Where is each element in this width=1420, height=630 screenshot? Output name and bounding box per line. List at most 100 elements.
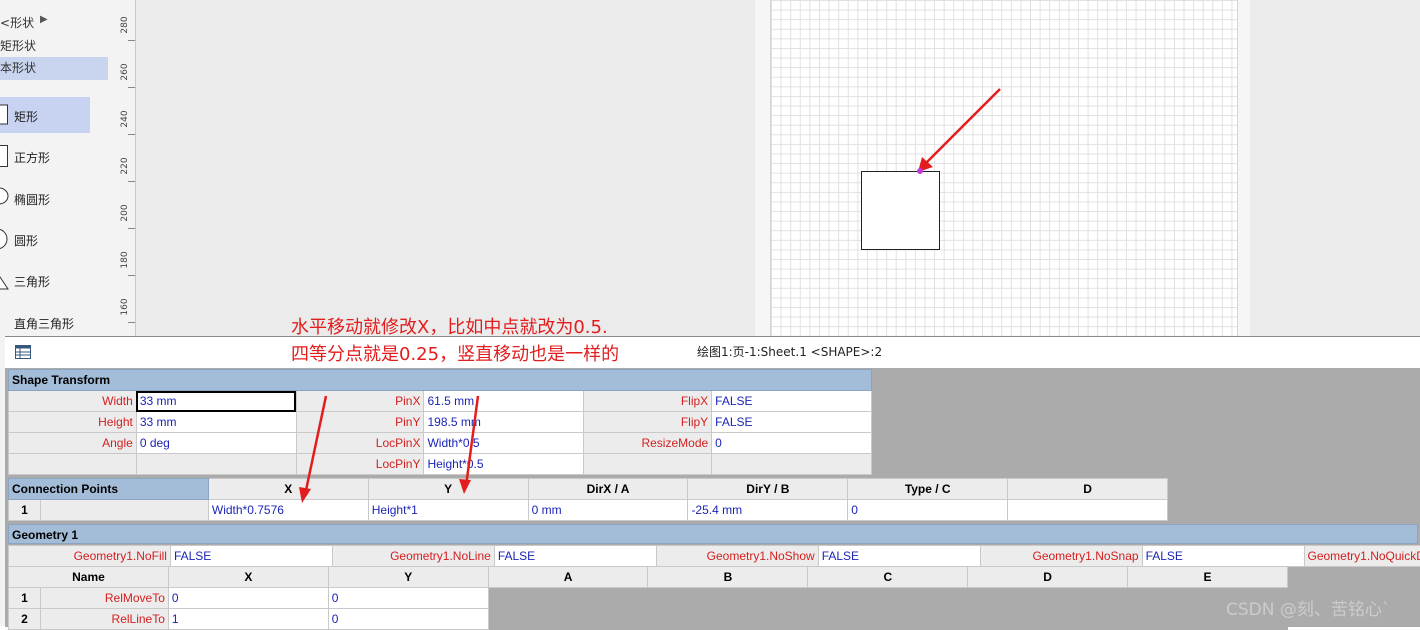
cell-label: Geometry1.NoSnap	[979, 545, 1143, 567]
cell-value[interactable]: 0	[847, 499, 1009, 521]
category-item-2[interactable]: 矩形状	[0, 37, 36, 54]
shape-label: 正方形	[14, 151, 51, 165]
column-header: Name	[8, 566, 169, 588]
category-item-1[interactable]: <形状 ▶	[0, 14, 48, 31]
ruler-label: 200	[120, 204, 130, 222]
chevron-right-icon: ▶	[40, 14, 48, 25]
cell-value-height[interactable]: 33 mm	[135, 411, 297, 433]
shapes-panel: <形状 ▶ 矩形状 本形状 矩形 正方形 椭圆形 圆形 三角形 直角三角形	[0, 0, 115, 336]
cell-value[interactable]: FALSE	[817, 545, 981, 567]
empty-area	[488, 587, 1288, 609]
rectangle-icon	[0, 104, 8, 125]
cell-label: Geometry1.NoQuickDrag	[1303, 545, 1420, 567]
annotation-arrow	[917, 88, 1001, 174]
watermark: CSDN @刻、苦铭心`	[1226, 600, 1391, 620]
cell-value[interactable]: FALSE	[493, 545, 657, 567]
column-header: X	[167, 566, 329, 588]
shape-label: 椭圆形	[14, 193, 51, 207]
cell-label	[583, 453, 713, 475]
column-header: C	[807, 566, 969, 588]
square-icon	[0, 145, 8, 167]
shape-circle[interactable]: 圆形	[0, 221, 90, 257]
cell-value[interactable]: 0 mm	[527, 499, 689, 521]
cell-value[interactable]: 0	[327, 608, 489, 630]
page-margin	[755, 0, 770, 336]
ruler-label: 160	[120, 298, 130, 316]
cell-label	[8, 453, 137, 475]
table-row: 1 Width*0.7576 Height*1 0 mm -25.4 mm 0	[8, 499, 1168, 521]
table-row: 1 RelMoveTo 0 0	[8, 587, 1288, 609]
row-index: 1	[8, 499, 41, 521]
cell-label: Geometry1.NoShow	[655, 545, 819, 567]
square-shape[interactable]	[861, 171, 940, 250]
cell-empty	[711, 453, 872, 475]
annotation-text-line-1: 水平移动就修改X，比如中点就改为0.5.	[291, 317, 608, 338]
cell-label: FlipX	[583, 390, 713, 412]
shape-rectangle[interactable]: 矩形	[0, 97, 90, 133]
row-name[interactable]: RelMoveTo	[39, 587, 169, 609]
category-item-3[interactable]: 本形状	[0, 57, 108, 80]
section-header[interactable]: Connection Points	[8, 478, 209, 500]
cell-value-angle[interactable]: 0 deg	[135, 432, 297, 454]
shape-label: 矩形	[14, 110, 39, 124]
shape-square[interactable]: 正方形	[0, 138, 90, 174]
column-header: D	[1007, 478, 1168, 500]
cell-value[interactable]	[1007, 499, 1168, 521]
cell-label: Width	[8, 390, 137, 412]
cell-label: Height	[8, 411, 137, 433]
shape-label: 直角三角形	[14, 317, 75, 331]
cell-label: Geometry1.NoLine	[331, 545, 495, 567]
ellipse-icon	[0, 187, 9, 205]
cell-value[interactable]: 0	[167, 587, 329, 609]
column-header: B	[647, 566, 809, 588]
annotation-text-line-2: 四等分点就是0.25，竖直移动也是一样的	[291, 344, 620, 365]
cell-empty	[135, 453, 297, 475]
geometry-table: Name X Y A B C D E 1 RelMoveTo 0 0 2 Rel…	[8, 566, 1288, 630]
column-header: DirX / A	[527, 478, 689, 500]
ruler-label: 280	[120, 16, 130, 34]
cell-empty	[39, 499, 209, 521]
empty-area	[488, 608, 1288, 630]
vertical-ruler: 280 260 240 220 200 180 160	[115, 0, 136, 336]
section-header[interactable]: Shape Transform	[8, 369, 872, 391]
cell-label: FlipY	[583, 411, 713, 433]
column-header: D	[967, 566, 1129, 588]
column-header: Y	[327, 566, 489, 588]
annotation-arrows	[299, 395, 480, 503]
shape-right-triangle[interactable]: 直角三角形	[0, 304, 90, 340]
ruler-label: 240	[120, 110, 130, 128]
table-row: 2 RelLineTo 1 0	[8, 608, 1288, 630]
cell-value[interactable]: FALSE	[169, 545, 333, 567]
shape-label: 圆形	[14, 234, 39, 248]
ruler-label: 220	[120, 157, 130, 175]
ruler-label: 260	[120, 63, 130, 81]
circle-icon	[0, 228, 8, 250]
cell-label: Geometry1.NoFill	[8, 545, 171, 567]
ruler-label: 180	[120, 251, 130, 269]
shape-ellipse[interactable]: 椭圆形	[0, 180, 90, 216]
connection-points-section: Connection Points X Y DirX / A DirY / B …	[8, 478, 1168, 521]
row-index: 1	[8, 587, 41, 609]
shape-label: 三角形	[14, 275, 51, 289]
cell-label: Angle	[8, 432, 137, 454]
column-header: E	[1127, 566, 1288, 588]
row-index: 2	[8, 608, 41, 630]
shapesheet-title: 绘图1:页-1:Sheet.1 <SHAPE>:2	[697, 345, 883, 359]
geometry-flags-row: Geometry1.NoFill FALSE Geometry1.NoLine …	[8, 545, 1420, 567]
column-header: A	[487, 566, 649, 588]
cell-value[interactable]: 1	[167, 608, 329, 630]
cell-value-width[interactable]: 33 mm	[135, 390, 297, 412]
cell-value-flipx[interactable]: FALSE	[711, 390, 872, 412]
page-margin	[1236, 0, 1250, 336]
cell-value[interactable]: -25.4 mm	[687, 499, 849, 521]
column-header: DirY / B	[687, 478, 849, 500]
cell-value[interactable]: 0	[327, 587, 489, 609]
cell-value[interactable]: FALSE	[1141, 545, 1305, 567]
cell-value-resizemode[interactable]: 0	[711, 432, 872, 454]
column-header: Type / C	[847, 478, 1009, 500]
triangle-icon	[0, 276, 9, 290]
row-name[interactable]: RelLineTo	[39, 608, 169, 630]
shape-triangle[interactable]: 三角形	[0, 262, 90, 298]
cell-value-flipy[interactable]: FALSE	[711, 411, 872, 433]
section-header[interactable]: Geometry 1	[8, 524, 1418, 544]
